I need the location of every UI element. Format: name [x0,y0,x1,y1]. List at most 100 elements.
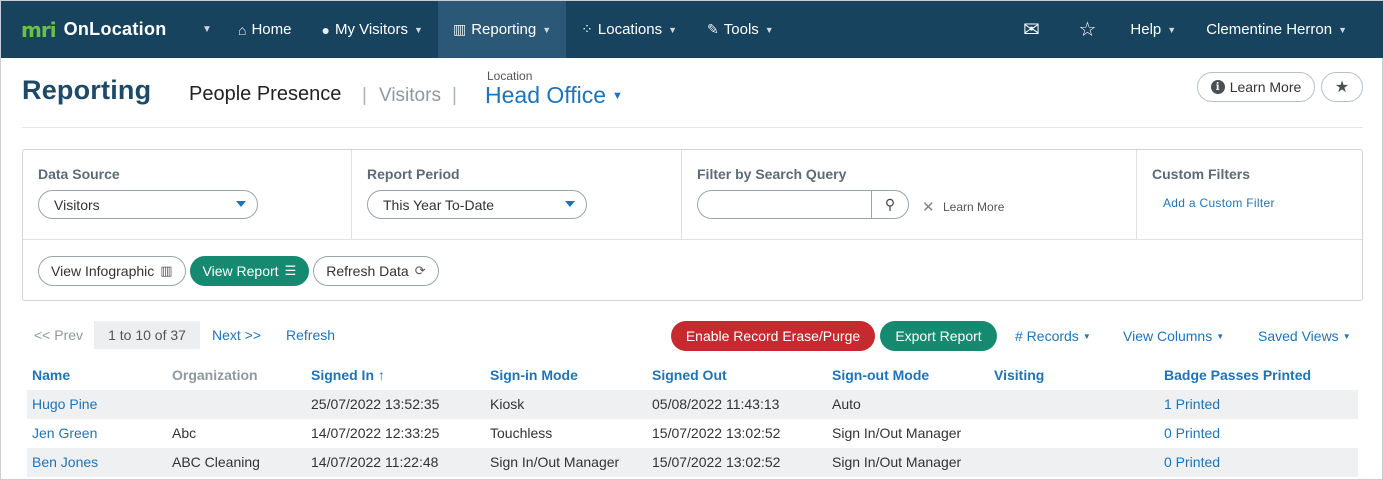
user-menu[interactable]: Clementine Herron ▼ [1191,1,1362,58]
cell-badge-passes[interactable]: 1 Printed [1164,390,1220,419]
chevron-down-icon: ▼ [1167,24,1177,35]
cell-signed-out: 05/08/2022 11:43:13 [652,396,780,412]
nav-item-reporting[interactable]: ▥ Reporting ▼ [437,1,567,58]
location-selector[interactable]: Head Office ▼ [485,82,623,109]
report-period-label: Report Period [367,166,460,182]
nav-item-label: Help [1130,21,1162,38]
nav-item-help[interactable]: Help ▼ [1115,1,1191,58]
learn-more-label: Learn More [1229,79,1302,95]
export-report-button[interactable]: Export Report [880,321,997,351]
nav-item-label: Locations [597,21,663,38]
list-icon: ☰ [284,263,297,278]
refresh-link[interactable]: Refresh [286,327,335,343]
chevron-down-icon: ▼ [668,24,678,35]
data-source-label: Data Source [38,166,120,182]
report-period-select[interactable]: This Year To-Date [367,190,587,219]
cell-badge-passes[interactable]: 0 Printed [1164,448,1220,477]
favorite-star-button[interactable]: ★ [1321,72,1363,102]
column-header-name[interactable]: Name [32,361,70,390]
cell-sign-out-mode: Auto [832,396,861,412]
column-header-sign-out-mode[interactable]: Sign-out Mode [832,361,929,390]
data-source-cell: Data Source Visitors [23,150,352,240]
view-report-label: View Report [202,263,279,279]
nav-item-label: Reporting [471,21,537,38]
search-query-cell: Filter by Search Query ⚲ ✕ Learn More [682,150,1137,240]
nav-item-home[interactable]: ⌂ Home [223,1,306,58]
top-nav-bar: mri OnLocation ▼ ⌂ Home ● My Visitors ▼ … [1,1,1383,58]
column-header-badge-passes[interactable]: Badge Passes Printed [1164,361,1311,390]
nav-item-label: Home [251,21,292,38]
nav-item-my-visitors[interactable]: ● My Visitors ▼ [306,1,437,58]
learn-more-button[interactable]: i Learn More [1197,72,1315,102]
location-label: Location [487,69,533,83]
cell-sign-out-mode: Sign In/Out Manager [832,425,962,441]
envelope-icon[interactable]: ✉ [1003,1,1059,58]
add-custom-filter-link[interactable]: Add a Custom Filter [1163,196,1275,210]
cell-organization: Abc [172,425,197,441]
page-info: 1 to 10 of 37 [94,321,200,349]
table-row: Ben Jones ABC Cleaning 14/07/2022 11:22:… [27,448,1358,477]
user-name: Clementine Herron [1206,21,1333,38]
brand[interactable]: mri OnLocation [1,1,191,58]
page-title: Reporting [22,75,152,105]
refresh-icon: ⟳ [414,263,426,278]
prev-page-link[interactable]: << Prev [34,327,83,343]
report-period-cell: Report Period This Year To-Date [352,150,682,240]
bar-chart-icon: ▥ [160,263,173,278]
bar-chart-icon: ▥ [452,21,467,37]
view-buttons: View Infographic ▥ View Report ☰ Refresh… [38,256,439,286]
filter-panel: Data Source Visitors Report Period This … [22,149,1363,301]
cell-signed-out: 15/07/2022 13:02:52 [652,425,781,441]
caret-down-icon [565,201,575,207]
saved-views-dropdown[interactable]: Saved Views ▼ [1258,328,1351,344]
column-header-signed-out[interactable]: Signed Out [652,361,727,390]
view-columns-dropdown[interactable]: View Columns ▼ [1123,328,1224,344]
cell-signed-in: 25/07/2022 13:52:35 [311,396,440,412]
caret-down-icon [236,201,246,207]
cell-name[interactable]: Ben Jones [32,448,98,477]
view-columns-label: View Columns [1123,328,1213,344]
column-header-sign-in-mode[interactable]: Sign-in Mode [490,361,578,390]
records-dropdown[interactable]: # Records ▼ [1015,328,1091,344]
table-row: Jen Green Abc 14/07/2022 12:33:25 Touchl… [27,419,1358,448]
data-source-select[interactable]: Visitors [38,190,258,219]
filter-row: Data Source Visitors Report Period This … [23,150,1362,240]
enable-record-erase-button[interactable]: Enable Record Erase/Purge [671,321,875,351]
user-icon: ● [321,21,330,38]
cell-name[interactable]: Hugo Pine [32,390,97,419]
app-switcher-chevron-icon[interactable]: ▼ [191,1,223,58]
nav-item-locations[interactable]: ⁘ Locations ▼ [566,1,692,58]
view-report-button[interactable]: View Report ☰ [189,256,310,286]
info-icon: i [1210,80,1225,94]
chevron-down-icon: ▼ [1338,24,1347,35]
cell-sign-in-mode: Kiosk [490,396,525,412]
chevron-down-icon: ▼ [542,24,552,35]
search-learn-more-link[interactable]: Learn More [943,200,1004,214]
data-source-value: Visitors [54,196,100,213]
next-page-link[interactable]: Next >> [212,327,261,343]
custom-filters-label: Custom Filters [1152,166,1251,182]
star-icon: ★ [1334,79,1350,96]
header-divider [22,127,1363,128]
cell-sign-in-mode: Touchless [490,425,553,441]
clear-search-icon[interactable]: ✕ [922,198,935,216]
tab-people-presence[interactable]: People Presence [189,83,341,106]
cell-sign-out-mode: Sign In/Out Manager [832,454,962,470]
search-button[interactable]: ⚲ [871,190,909,219]
column-header-visiting[interactable]: Visiting [994,361,1044,390]
nav-item-tools[interactable]: ✎ Tools ▼ [692,1,789,58]
cell-signed-out: 15/07/2022 13:02:52 [652,454,781,470]
column-header-signed-in[interactable]: Signed In ↑ [311,361,385,390]
nav-item-label: My Visitors [334,21,409,38]
tab-visitors[interactable]: Visitors [379,85,441,107]
view-infographic-button[interactable]: View Infographic ▥ [38,256,186,286]
star-icon[interactable]: ☆ [1059,1,1115,58]
table-header-row: Name Organization Signed In ↑ Sign-in Mo… [27,361,1358,390]
column-header-organization[interactable]: Organization [172,361,258,390]
location-value: Head Office [485,82,607,108]
chevron-down-icon: ▼ [764,24,774,35]
cell-badge-passes[interactable]: 0 Printed [1164,419,1220,448]
search-input[interactable] [697,190,871,219]
cell-name[interactable]: Jen Green [32,419,97,448]
refresh-data-button[interactable]: Refresh Data ⟳ [313,256,439,286]
